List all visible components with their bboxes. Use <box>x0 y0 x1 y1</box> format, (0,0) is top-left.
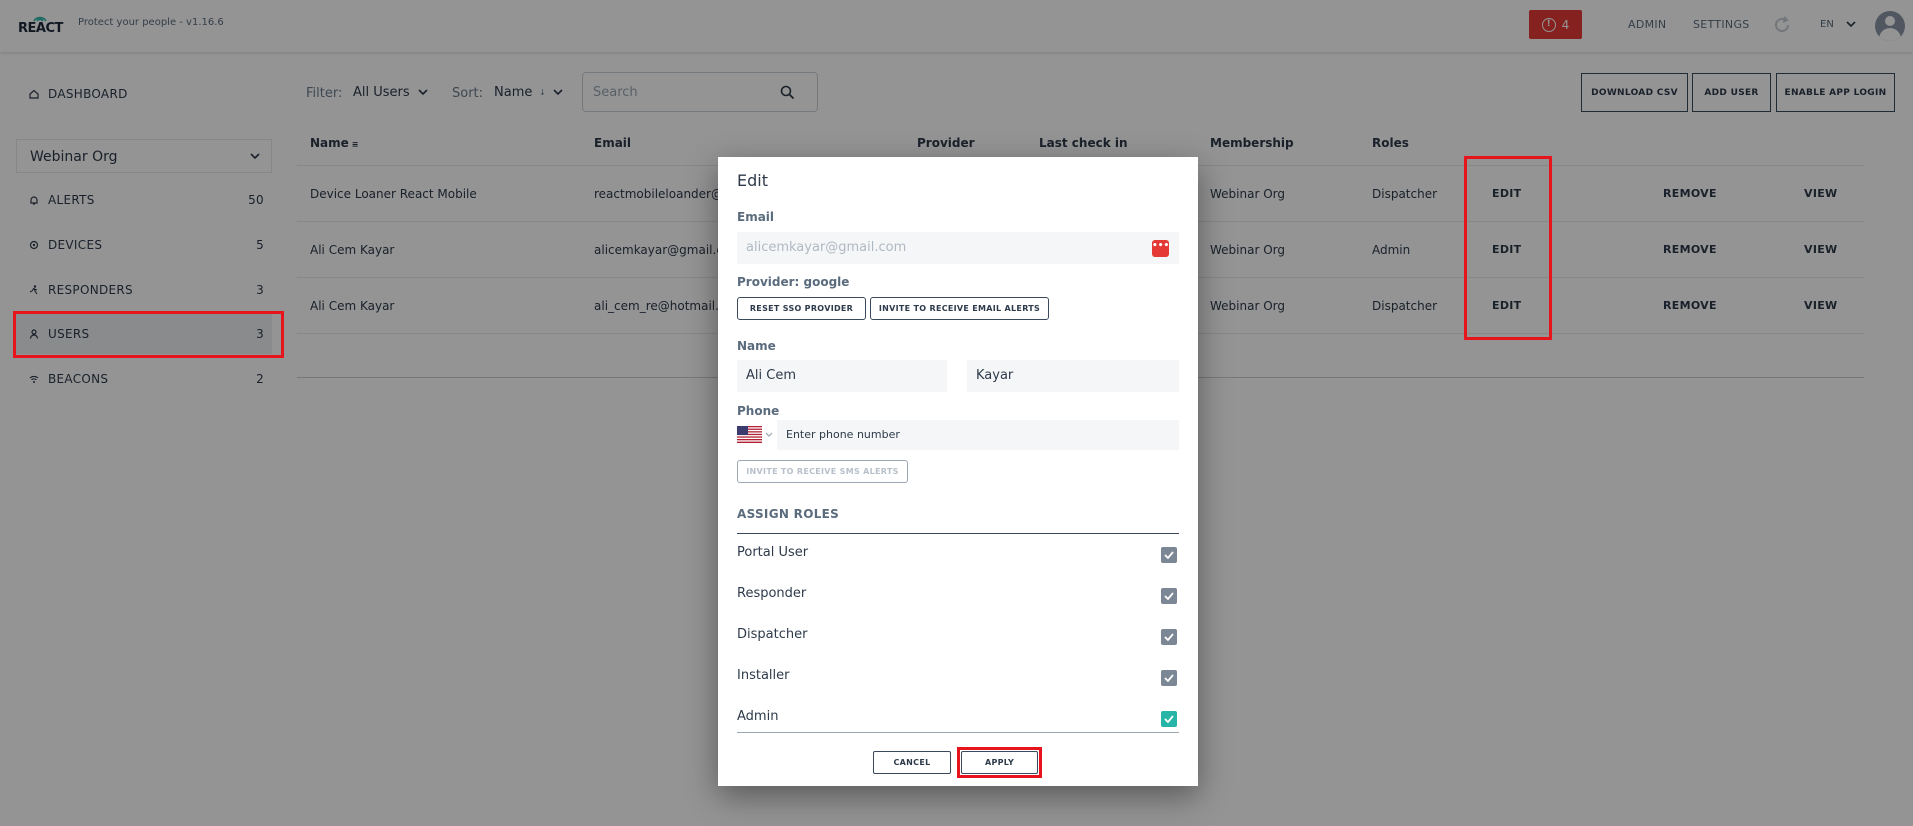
dialog-title: Edit <box>737 171 768 190</box>
roles-bottom-divider <box>737 732 1179 733</box>
installer-checkbox[interactable] <box>1161 670 1177 686</box>
cancel-button[interactable]: CANCEL <box>873 751 951 774</box>
last-name-value: Kayar <box>976 368 1014 383</box>
phone-label: Phone <box>737 404 780 418</box>
invite-email-alerts-button[interactable]: INVITE TO RECEIVE EMAIL ALERTS <box>870 297 1049 320</box>
portal-user-checkbox[interactable] <box>1161 547 1177 563</box>
annotation-highlight-users <box>13 311 284 358</box>
provider-label: Provider: google <box>737 275 850 289</box>
admin-checkbox[interactable] <box>1161 711 1177 727</box>
assign-roles-heading: ASSIGN ROLES <box>737 507 840 521</box>
role-admin[interactable]: Admin <box>737 707 1179 731</box>
app-root: REACT Protect your people - v1.16.6 ! 4 … <box>0 0 1913 826</box>
role-label: Dispatcher <box>737 627 808 642</box>
email-value: alicemkayar@gmail.com <box>746 240 907 255</box>
role-dispatcher[interactable]: Dispatcher <box>737 625 1179 649</box>
phone-field[interactable]: Enter phone number <box>777 420 1179 450</box>
role-label: Installer <box>737 668 790 683</box>
annotation-highlight-apply <box>957 747 1042 778</box>
role-label: Admin <box>737 709 779 724</box>
role-responder[interactable]: Responder <box>737 584 1179 608</box>
responder-checkbox[interactable] <box>1161 588 1177 604</box>
phone-placeholder: Enter phone number <box>786 428 900 441</box>
edit-user-dialog: Edit Email alicemkayar@gmail.com ••• Pro… <box>718 157 1198 786</box>
email-field: alicemkayar@gmail.com ••• <box>737 232 1179 264</box>
email-label: Email <box>737 210 775 224</box>
last-name-field[interactable]: Kayar <box>967 360 1179 392</box>
first-name-value: Ali Cem <box>746 368 796 383</box>
role-portal-user[interactable]: Portal User <box>737 543 1179 567</box>
invite-sms-alerts-button[interactable]: INVITE TO RECEIVE SMS ALERTS <box>737 460 908 483</box>
role-installer[interactable]: Installer <box>737 666 1179 690</box>
us-flag-icon[interactable] <box>737 426 762 443</box>
reset-sso-provider-button[interactable]: RESET SSO PROVIDER <box>737 297 866 320</box>
role-label: Portal User <box>737 545 809 560</box>
role-label: Responder <box>737 586 807 601</box>
password-manager-icon[interactable]: ••• <box>1152 240 1169 257</box>
name-label: Name <box>737 339 776 353</box>
annotation-highlight-edit-column <box>1464 156 1552 340</box>
chevron-down-icon[interactable] <box>765 432 773 438</box>
dispatcher-checkbox[interactable] <box>1161 629 1177 645</box>
roles-divider <box>737 533 1179 534</box>
first-name-field[interactable]: Ali Cem <box>737 360 947 392</box>
